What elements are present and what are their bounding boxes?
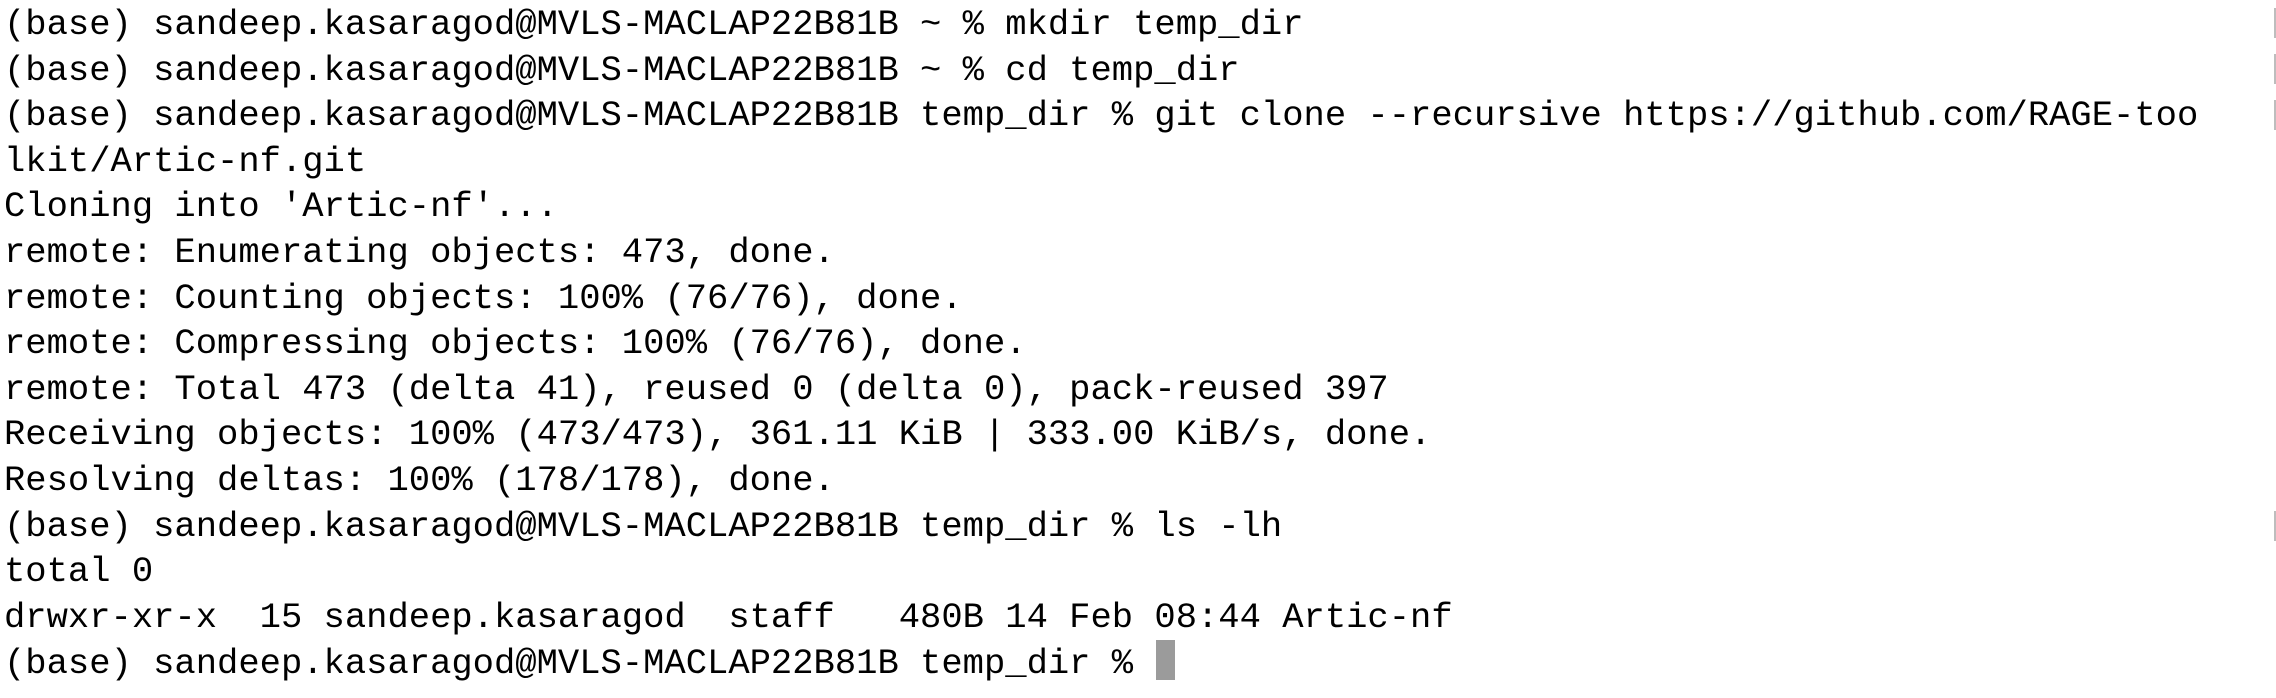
terminal-line: Resolving deltas: 100% (178/178), done.	[4, 459, 835, 501]
terminal-window[interactable]: (base) sandeep.kasaragod@MVLS-MACLAP22B8…	[0, 0, 2276, 698]
terminal-line: remote: Compressing objects: 100% (76/76…	[4, 323, 1027, 365]
terminal-line: drwxr-xr-x 15 sandeep.kasaragod staff 48…	[4, 596, 1453, 638]
terminal-line: remote: Enumerating objects: 473, done.	[4, 231, 835, 273]
terminal-line: Cloning into 'Artic-nf'...	[4, 186, 558, 228]
terminal-output: (base) sandeep.kasaragod@MVLS-MACLAP22B8…	[4, 2, 2198, 686]
terminal-prompt-line[interactable]: (base) sandeep.kasaragod@MVLS-MACLAP22B8…	[4, 640, 2198, 686]
terminal-prompt: (base) sandeep.kasaragod@MVLS-MACLAP22B8…	[4, 643, 1155, 685]
terminal-line: lkit/Artic-nf.git	[4, 140, 367, 182]
terminal-line: (base) sandeep.kasaragod@MVLS-MACLAP22B8…	[4, 4, 1304, 45]
terminal-line: (base) sandeep.kasaragod@MVLS-MACLAP22B8…	[4, 49, 1240, 91]
terminal-line: (base) sandeep.kasaragod@MVLS-MACLAP22B8…	[4, 505, 1283, 547]
terminal-line: (base) sandeep.kasaragod@MVLS-MACLAP22B8…	[4, 95, 2199, 137]
terminal-line: remote: Counting objects: 100% (76/76), …	[4, 277, 963, 319]
text-cursor	[1156, 640, 1176, 681]
terminal-line: remote: Total 473 (delta 41), reused 0 (…	[4, 368, 1389, 410]
terminal-line: total 0	[4, 551, 154, 593]
terminal-line: Receiving objects: 100% (473/473), 361.1…	[4, 414, 1432, 456]
